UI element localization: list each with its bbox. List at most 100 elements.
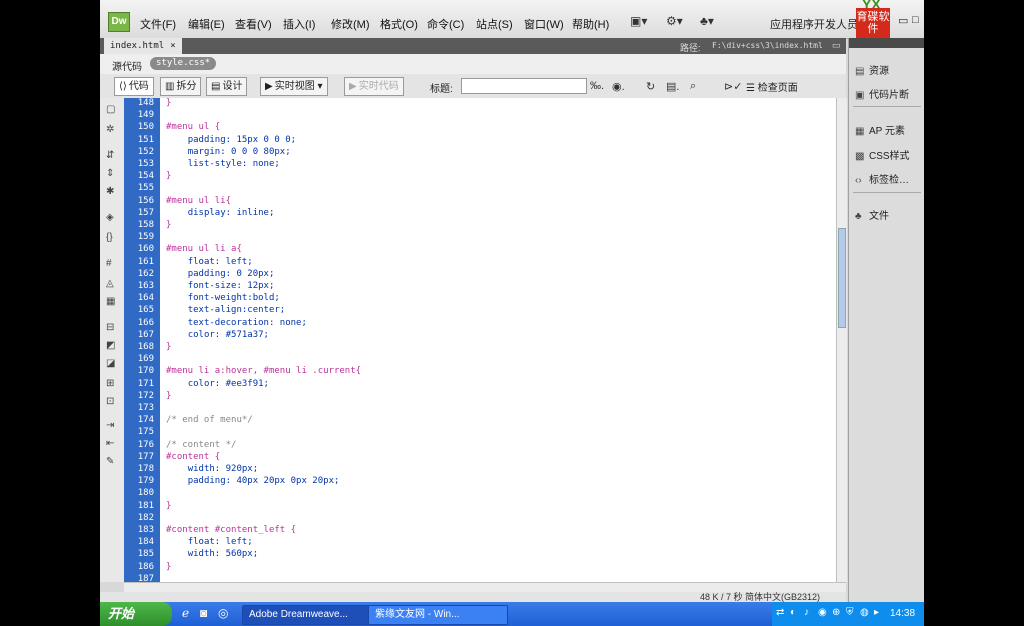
panel-css-styles[interactable]: ▩ CSS样式	[855, 147, 910, 162]
start-button[interactable]: 开始	[100, 602, 172, 626]
shield-icon[interactable]: ⛨	[846, 607, 854, 618]
code-line[interactable]: text-decoration: none;	[166, 318, 307, 328]
balance-braces-icon[interactable]: {}	[106, 232, 113, 243]
visual-aids-icon[interactable]: ⌕	[690, 80, 696, 93]
view-options-icon[interactable]: ▤.	[666, 80, 679, 93]
code-line[interactable]: list-style: none;	[166, 159, 280, 169]
wrap-tag-icon[interactable]: ⊞	[106, 378, 114, 389]
code-line[interactable]: color: #ee3f91;	[166, 379, 269, 389]
close-icon[interactable]: ×	[170, 41, 175, 51]
code-line[interactable]: font-size: 12px;	[166, 281, 275, 291]
minimize-icon[interactable]: ▭	[898, 14, 908, 27]
code-line[interactable]: #menu ul li a{	[166, 244, 242, 254]
code-line[interactable]: /* content */	[166, 440, 236, 450]
title-input[interactable]	[461, 78, 587, 94]
code-line[interactable]: /* end of menu*/	[166, 415, 253, 425]
panel-ap-elements[interactable]: ▦ AP 元素	[855, 122, 905, 137]
validate-icon[interactable]: ⊳✓	[724, 80, 742, 93]
menu-view[interactable]: 查看(V)	[235, 16, 272, 32]
related-file-style-css[interactable]: style.css*	[150, 57, 217, 70]
design-view-button[interactable]: ▤ 设计	[206, 77, 248, 96]
tab-index-html[interactable]: index.html ×	[104, 38, 182, 54]
code-line[interactable]: font-weight:bold;	[166, 293, 280, 303]
code-line[interactable]: }	[166, 171, 171, 181]
open-documents-icon[interactable]: ▢	[106, 104, 115, 115]
split-view-button[interactable]: ▥ 拆分	[160, 77, 202, 96]
code-line[interactable]: float: left;	[166, 257, 253, 267]
security-icon[interactable]: ◍	[860, 607, 869, 618]
show-desktop-icon[interactable]: ◙	[200, 606, 207, 620]
firefox-icon[interactable]: ◎	[218, 606, 228, 620]
code-line[interactable]: margin: 0 0 0 80px;	[166, 147, 291, 157]
menu-help[interactable]: 帮助(H)	[572, 16, 609, 32]
code-line[interactable]: #menu li a:hover, #menu li .current{	[166, 366, 361, 376]
update-icon[interactable]: ▸	[874, 607, 879, 618]
code-line[interactable]: display: inline;	[166, 208, 275, 218]
inspect-page-button[interactable]: ☰ 检查页面	[746, 79, 798, 94]
menu-modify[interactable]: 修改(M)	[331, 16, 370, 32]
extend-icon[interactable]: ⚙▾	[666, 14, 683, 28]
vertical-scrollbar[interactable]	[836, 98, 847, 582]
menu-insert[interactable]: 插入(I)	[283, 16, 315, 32]
code-line[interactable]: width: 560px;	[166, 549, 258, 559]
ie-icon[interactable]: ℯ	[182, 606, 189, 620]
highlight-invalid-icon[interactable]: ◬	[106, 278, 114, 289]
code-line[interactable]: color: #571a37;	[166, 330, 269, 340]
panel-assets[interactable]: ▤ 资源	[855, 62, 889, 77]
collapse-selection-icon[interactable]: ⇕	[106, 168, 114, 179]
word-wrap-icon[interactable]: ⊟	[106, 322, 114, 333]
code-line[interactable]: }	[166, 98, 171, 108]
site-icon[interactable]: ♣▾	[700, 14, 714, 28]
menu-edit[interactable]: 编辑(E)	[188, 16, 225, 32]
code-line[interactable]: }	[166, 501, 171, 511]
panel-tag-inspector[interactable]: ‹› 标签检…	[855, 171, 909, 186]
live-view-button[interactable]: ▶ 实时视图 ▾	[260, 77, 328, 96]
code-line[interactable]: }	[166, 220, 171, 230]
preview-browser-icon[interactable]: ◉.	[612, 80, 625, 93]
format-source-icon[interactable]: ✎	[106, 456, 114, 467]
menu-format[interactable]: 格式(O)	[380, 16, 418, 32]
code-line[interactable]: padding: 0 20px;	[166, 269, 275, 279]
collapse-tag-icon[interactable]: ⇵	[106, 150, 114, 161]
code-line[interactable]: text-align:center;	[166, 305, 286, 315]
recent-snippets-icon[interactable]: ⊡	[106, 396, 114, 407]
apply-comment-icon[interactable]: ◩	[106, 340, 115, 351]
panel-snippets[interactable]: ▣ 代码片断	[855, 86, 909, 101]
restore-icon[interactable]: □	[912, 14, 919, 26]
code-editor[interactable]: } #menu ul { padding: 15px 0 0 0; margin:…	[160, 98, 836, 582]
layout-icon[interactable]: ▣▾	[630, 14, 647, 28]
code-line[interactable]: padding: 40px 20px 0px 20px;	[166, 476, 340, 486]
code-line[interactable]: }	[166, 562, 171, 572]
line-numbers-icon[interactable]: #	[106, 258, 112, 269]
safety-icon[interactable]: ⊕	[832, 607, 840, 618]
code-line[interactable]: #content #content_left {	[166, 525, 296, 535]
show-code-navigator-icon[interactable]: ✲	[106, 124, 114, 135]
task-browser[interactable]: 紫缘文友网 - Win...	[368, 605, 508, 625]
code-line[interactable]: }	[166, 391, 171, 401]
code-line[interactable]: padding: 15px 0 0 0;	[166, 135, 296, 145]
outdent-icon[interactable]: ⇤	[106, 438, 114, 449]
task-dreamweaver[interactable]: Adobe Dreamweave...	[242, 605, 374, 625]
menu-window[interactable]: 窗口(W)	[524, 16, 564, 32]
scrollbar-thumb[interactable]	[838, 228, 846, 328]
code-line[interactable]: #menu ul li{	[166, 196, 231, 206]
syntax-error-icon[interactable]: ▦	[106, 296, 115, 307]
remove-comment-icon[interactable]: ◪	[106, 358, 115, 369]
source-code-link[interactable]: 源代码	[112, 58, 142, 73]
browser-check-icon[interactable]: ‰.	[590, 80, 604, 92]
panel-files[interactable]: ♣ 文件	[855, 207, 889, 222]
input-method-icon[interactable]: ◉	[818, 607, 827, 618]
code-line[interactable]: }	[166, 342, 171, 352]
menu-file[interactable]: 文件(F)	[140, 16, 176, 32]
code-view-button[interactable]: ⟨⟩ 代码	[114, 77, 154, 96]
select-parent-tag-icon[interactable]: ◈	[106, 212, 114, 223]
code-line[interactable]: float: left;	[166, 537, 253, 547]
menu-commands[interactable]: 命令(C)	[427, 16, 464, 32]
antivirus-icon[interactable]: ◐	[790, 607, 796, 618]
volume-icon[interactable]: ♪	[804, 607, 809, 618]
live-code-button[interactable]: ▶ 实时代码	[344, 77, 404, 96]
menu-site[interactable]: 站点(S)	[476, 16, 513, 32]
refresh-icon[interactable]: ↻	[646, 80, 655, 93]
folder-icon[interactable]: ▭	[832, 40, 841, 51]
workspace-switcher[interactable]: 应用程序开发人员	[770, 16, 858, 32]
